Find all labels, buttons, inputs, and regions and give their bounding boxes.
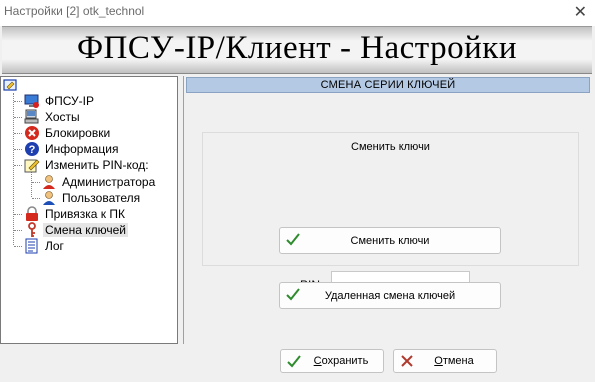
tree-item-admin-pin[interactable]: Администратора: [32, 174, 157, 190]
tree-item-label: Изменить PIN-код:: [45, 158, 149, 172]
title-bar: Настройки [2] otk_technol ✕: [0, 0, 595, 26]
cancel-label: Отмена: [394, 350, 496, 372]
tree-item-label: Привязка к ПК: [45, 207, 125, 221]
tree-item-user-pin[interactable]: Пользователя: [32, 190, 142, 206]
tree-item-label: Смена ключей: [43, 223, 128, 237]
info-question-icon: ?: [24, 141, 40, 157]
save-label-rest: охранить: [321, 355, 369, 367]
tree-item-label: Администратора: [62, 175, 156, 189]
tree-item-blocks[interactable]: Блокировки: [14, 125, 112, 141]
settings-root-icon: [3, 79, 17, 91]
page-title: ФПСУ-IP/Клиент - Настройки: [76, 30, 517, 66]
settings-tree[interactable]: ФПСУ-IP Хосты Блокировки ? Информация Из…: [0, 76, 178, 344]
computer-hosts-icon: [24, 109, 40, 125]
padlock-icon: [24, 206, 40, 222]
log-document-icon: [24, 238, 40, 254]
button-label: Сменить ключи: [350, 234, 430, 247]
tree-item-label: Пользователя: [62, 191, 141, 205]
computer-monitor-icon: [24, 93, 40, 109]
save-accesskey: С: [313, 355, 322, 367]
key-icon: [24, 222, 40, 238]
tree-item-label: Блокировки: [45, 126, 111, 140]
tree-item-label: Информация: [45, 142, 119, 156]
tree-item-fpsu-ip[interactable]: ФПСУ-IP: [14, 93, 96, 109]
tree-item-key-change[interactable]: Смена ключей: [14, 222, 128, 238]
tree-item-hosts[interactable]: Хосты: [14, 109, 82, 125]
tree-item-label: Лог: [45, 239, 64, 253]
tree-item-pc-binding[interactable]: Привязка к ПК: [14, 206, 127, 222]
tree-item-info[interactable]: ? Информация: [14, 141, 120, 157]
svg-text:?: ?: [29, 144, 36, 156]
close-icon[interactable]: ✕: [574, 2, 587, 22]
key-change-panel: СМЕНА СЕРИИ КЛЮЧЕЙ Сменить ключи PIN Сме…: [183, 76, 592, 344]
panel-header: СМЕНА СЕРИИ КЛЮЧЕЙ: [186, 77, 590, 93]
tree-item-label: ФПСУ-IP: [45, 94, 94, 108]
tree-item-label: Хосты: [45, 110, 80, 124]
save-button[interactable]: Сохранить: [280, 349, 384, 373]
remote-change-keys-button[interactable]: Удаленная смена ключей: [279, 282, 501, 309]
cancel-accesskey: О: [434, 355, 443, 367]
cancel-label-rest: тмена: [442, 355, 474, 367]
tree-item-change-pin[interactable]: Изменить PIN-код:: [14, 157, 151, 173]
user-icon: [41, 190, 57, 206]
button-label: Удаленная смена ключей: [324, 289, 456, 302]
change-keys-button[interactable]: Сменить ключи: [279, 227, 501, 254]
tree-item-log[interactable]: Лог: [14, 238, 66, 254]
edit-pencil-icon: [24, 157, 40, 173]
window-title: Настройки [2] otk_technol: [4, 4, 145, 18]
block-red-x-icon: [24, 125, 40, 141]
cancel-button[interactable]: Отмена: [393, 349, 497, 373]
group-caption: Сменить ключи: [351, 141, 430, 153]
save-label: Сохранить: [281, 350, 383, 372]
banner: ФПСУ-IP/Клиент - Настройки: [2, 26, 592, 74]
admin-user-icon: [41, 174, 57, 190]
